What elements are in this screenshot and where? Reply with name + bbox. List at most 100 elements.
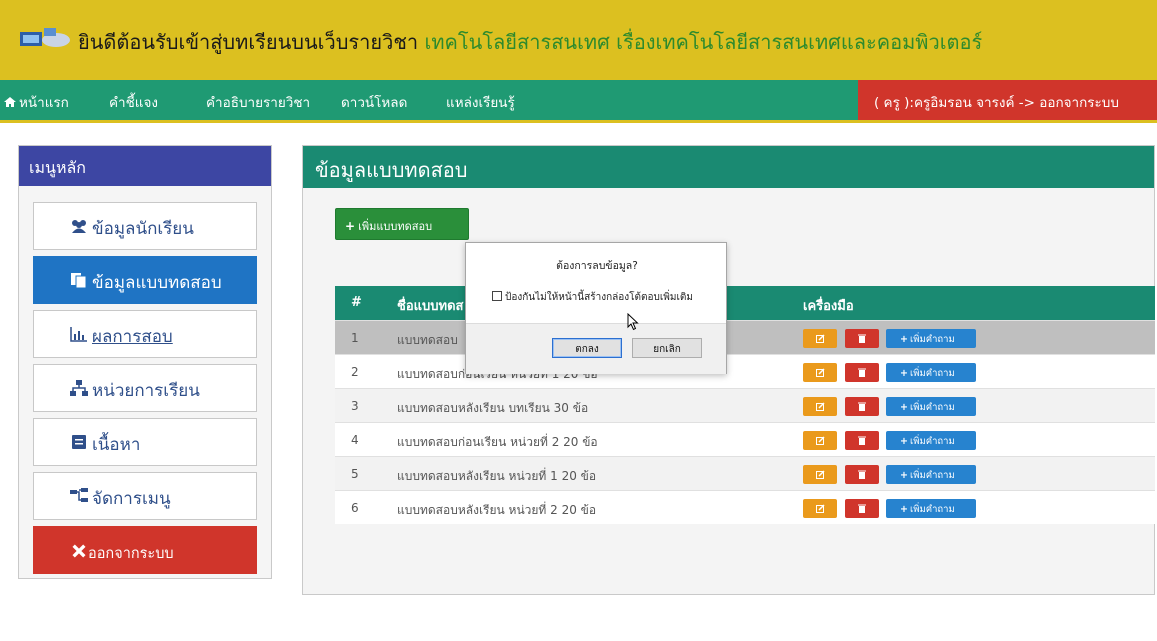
tests-table: # ชื่อแบบทดส เครื่องมือ 1 แบบทดสอบ + เพิ่… [335,286,1155,524]
add-question-button[interactable]: + เพิ่มคำถาม [886,363,976,382]
tests-panel: ข้อมูลแบบทดสอบ + เพิ่มแบบทดสอบ # ชื่อแบบท… [302,145,1155,595]
row-test-name: แบบทดสอบหลังเรียน หน่วยที่ 2 20 ข้อ [397,503,597,517]
menu-item-students[interactable]: ข้อมูลนักเรียน [33,202,257,250]
add-question-button[interactable]: + เพิ่มคำถาม [886,397,976,416]
menu-item-content[interactable]: เนื้อหา [33,418,257,466]
add-question-button[interactable]: + เพิ่มคำถาม [886,499,976,518]
edit-button[interactable] [803,397,837,416]
close-icon [72,544,86,558]
menu-item-logout[interactable]: ออกจากระบบ [33,526,257,574]
delete-button[interactable] [845,431,879,450]
menu-item-units[interactable]: หน่วยการเรียน [33,364,257,412]
row-number: 2 [351,365,359,379]
edit-button[interactable] [803,431,837,450]
menu-item-label: หน่วยการเรียน [92,381,200,401]
menu-item-tests[interactable]: ข้อมูลแบบทดสอบ [33,256,257,304]
cancel-button[interactable]: ยกเลิก [632,338,702,358]
add-question-label: เพิ่มคำถาม [909,470,955,481]
trash-icon [858,334,866,343]
edit-icon [816,334,825,343]
delete-button[interactable] [845,397,879,416]
column-header-tools: เครื่องมือ [803,299,854,314]
nav-item-home[interactable]: หน้าแรก [4,91,69,113]
add-question-label: เพิ่มคำถาม [909,504,955,515]
edit-icon [816,436,825,445]
home-icon [4,97,16,107]
edit-button[interactable] [803,363,837,382]
edit-button[interactable] [803,499,837,518]
column-header-name: ชื่อแบบทดส [397,299,464,314]
add-question-label: เพิ่มคำถาม [909,368,955,379]
nav-item-label: หน้าแรก [19,95,69,111]
welcome-text: ยินดีต้อนรับเข้าสู่บทเรียนบนเว็บรายวิชา [78,30,425,54]
delete-button[interactable] [845,329,879,348]
row-test-name: แบบทดสอบ [397,333,458,347]
table-row: 6 แบบทดสอบหลังเรียน หน่วยที่ 2 20 ข้อ + เ… [335,490,1155,524]
edit-icon [816,470,825,479]
mouse-cursor-icon [627,313,639,331]
row-number: 4 [351,433,359,447]
nav-item-instructions[interactable]: คำชี้แจง [109,91,158,113]
nav-item-download[interactable]: ดาวน์โหลด [341,91,407,113]
delete-button[interactable] [845,499,879,518]
row-test-name: แบบทดสอบหลังเรียน หน่วยที่ 1 20 ข้อ [397,469,597,483]
nav-item-course-description[interactable]: คำอธิบายรายวิชา [206,91,310,113]
add-question-button[interactable]: + เพิ่มคำถาม [886,465,976,484]
edit-button[interactable] [803,329,837,348]
row-number: 6 [351,501,359,515]
menu-item-manage-menu[interactable]: จัดการเมนู [33,472,257,520]
dialog-footer: ตกลง ยกเลิก [466,323,726,374]
row-number: 3 [351,399,359,413]
user-logout-link[interactable]: ( ครู ):ครูอิมรอน จารงค์ -> ออกจากระบบ [858,80,1157,120]
add-test-label: เพิ่มแบบทดสอบ [358,220,433,233]
add-question-button[interactable]: + เพิ่มคำถาม [886,329,976,348]
menu-item-results[interactable]: ผลการสอบ [33,310,257,358]
ok-button[interactable]: ตกลง [552,338,622,358]
main-menu-sidebar: เมนูหลัก ข้อมูลนักเรียน ข้อมูลแบบทดสอบ ผ… [18,145,272,579]
table-row: 2 แบบทดสอบก่อนเรียน หน่วยที่ 1 20 ข้อ + เ… [335,354,1155,388]
menu-item-label: เนื้อหา [92,435,141,455]
edit-button[interactable] [803,465,837,484]
add-question-button[interactable]: + เพิ่มคำถาม [886,431,976,450]
add-question-label: เพิ่มคำถาม [909,436,955,447]
edit-icon [816,402,825,411]
menu-item-label: ผลการสอบ [92,327,173,347]
delete-button[interactable] [845,363,879,382]
bar-chart-icon [70,327,87,342]
trash-icon [858,436,866,445]
plus-icon: + [900,368,908,379]
plus-icon: + [900,334,908,345]
plus-icon: + [900,470,908,481]
plus-icon: + [900,504,908,515]
table-header: # ชื่อแบบทดส เครื่องมือ [335,286,1155,320]
edit-icon [816,368,825,377]
nav-item-resources[interactable]: แหล่งเรียนรู้ [446,91,515,113]
subject-text: เทคโนโลยีสารสนเทศ เรื่องเทคโนโลยีสารสนเท… [424,30,983,54]
column-header-number: # [351,295,362,310]
checkbox-box[interactable] [492,291,502,301]
plus-icon: + [900,402,908,413]
trash-icon [858,402,866,411]
banner-logo-icon [20,28,70,47]
table-row: 4 แบบทดสอบก่อนเรียน หน่วยที่ 2 20 ข้อ + เ… [335,422,1155,456]
site-header: ยินดีต้อนรับเข้าสู่บทเรียนบนเว็บรายวิชา … [0,0,1157,92]
row-number: 1 [351,331,359,345]
site-title: ยินดีต้อนรับเข้าสู่บทเรียนบนเว็บรายวิชา … [78,26,982,58]
users-icon [72,220,86,233]
trash-icon [858,368,866,377]
add-question-label: เพิ่มคำถาม [909,334,955,345]
menu-item-label: ออกจากระบบ [88,546,174,562]
table-row: 1 แบบทดสอบ + เพิ่มคำถาม [335,320,1155,354]
row-number: 5 [351,467,359,481]
sidebar-title: เมนูหลัก [19,146,271,186]
hierarchy-icon [70,488,88,502]
edit-icon [816,504,825,513]
copy-icon [71,273,87,288]
row-test-name: แบบทดสอบหลังเรียน บทเรียน 30 ข้อ [397,401,589,415]
confirm-delete-dialog: ต้องการลบข้อมูล? ป้องกันไม่ให้หน้านี้สร้… [465,242,727,374]
menu-item-label: จัดการเมนู [92,489,171,509]
suppress-dialogs-checkbox[interactable]: ป้องกันไม่ให้หน้านี้สร้างกล่องโต้ตอบเพิ่… [492,290,693,305]
plus-icon: + [900,436,908,447]
add-test-button[interactable]: + เพิ่มแบบทดสอบ [335,208,469,240]
delete-button[interactable] [845,465,879,484]
